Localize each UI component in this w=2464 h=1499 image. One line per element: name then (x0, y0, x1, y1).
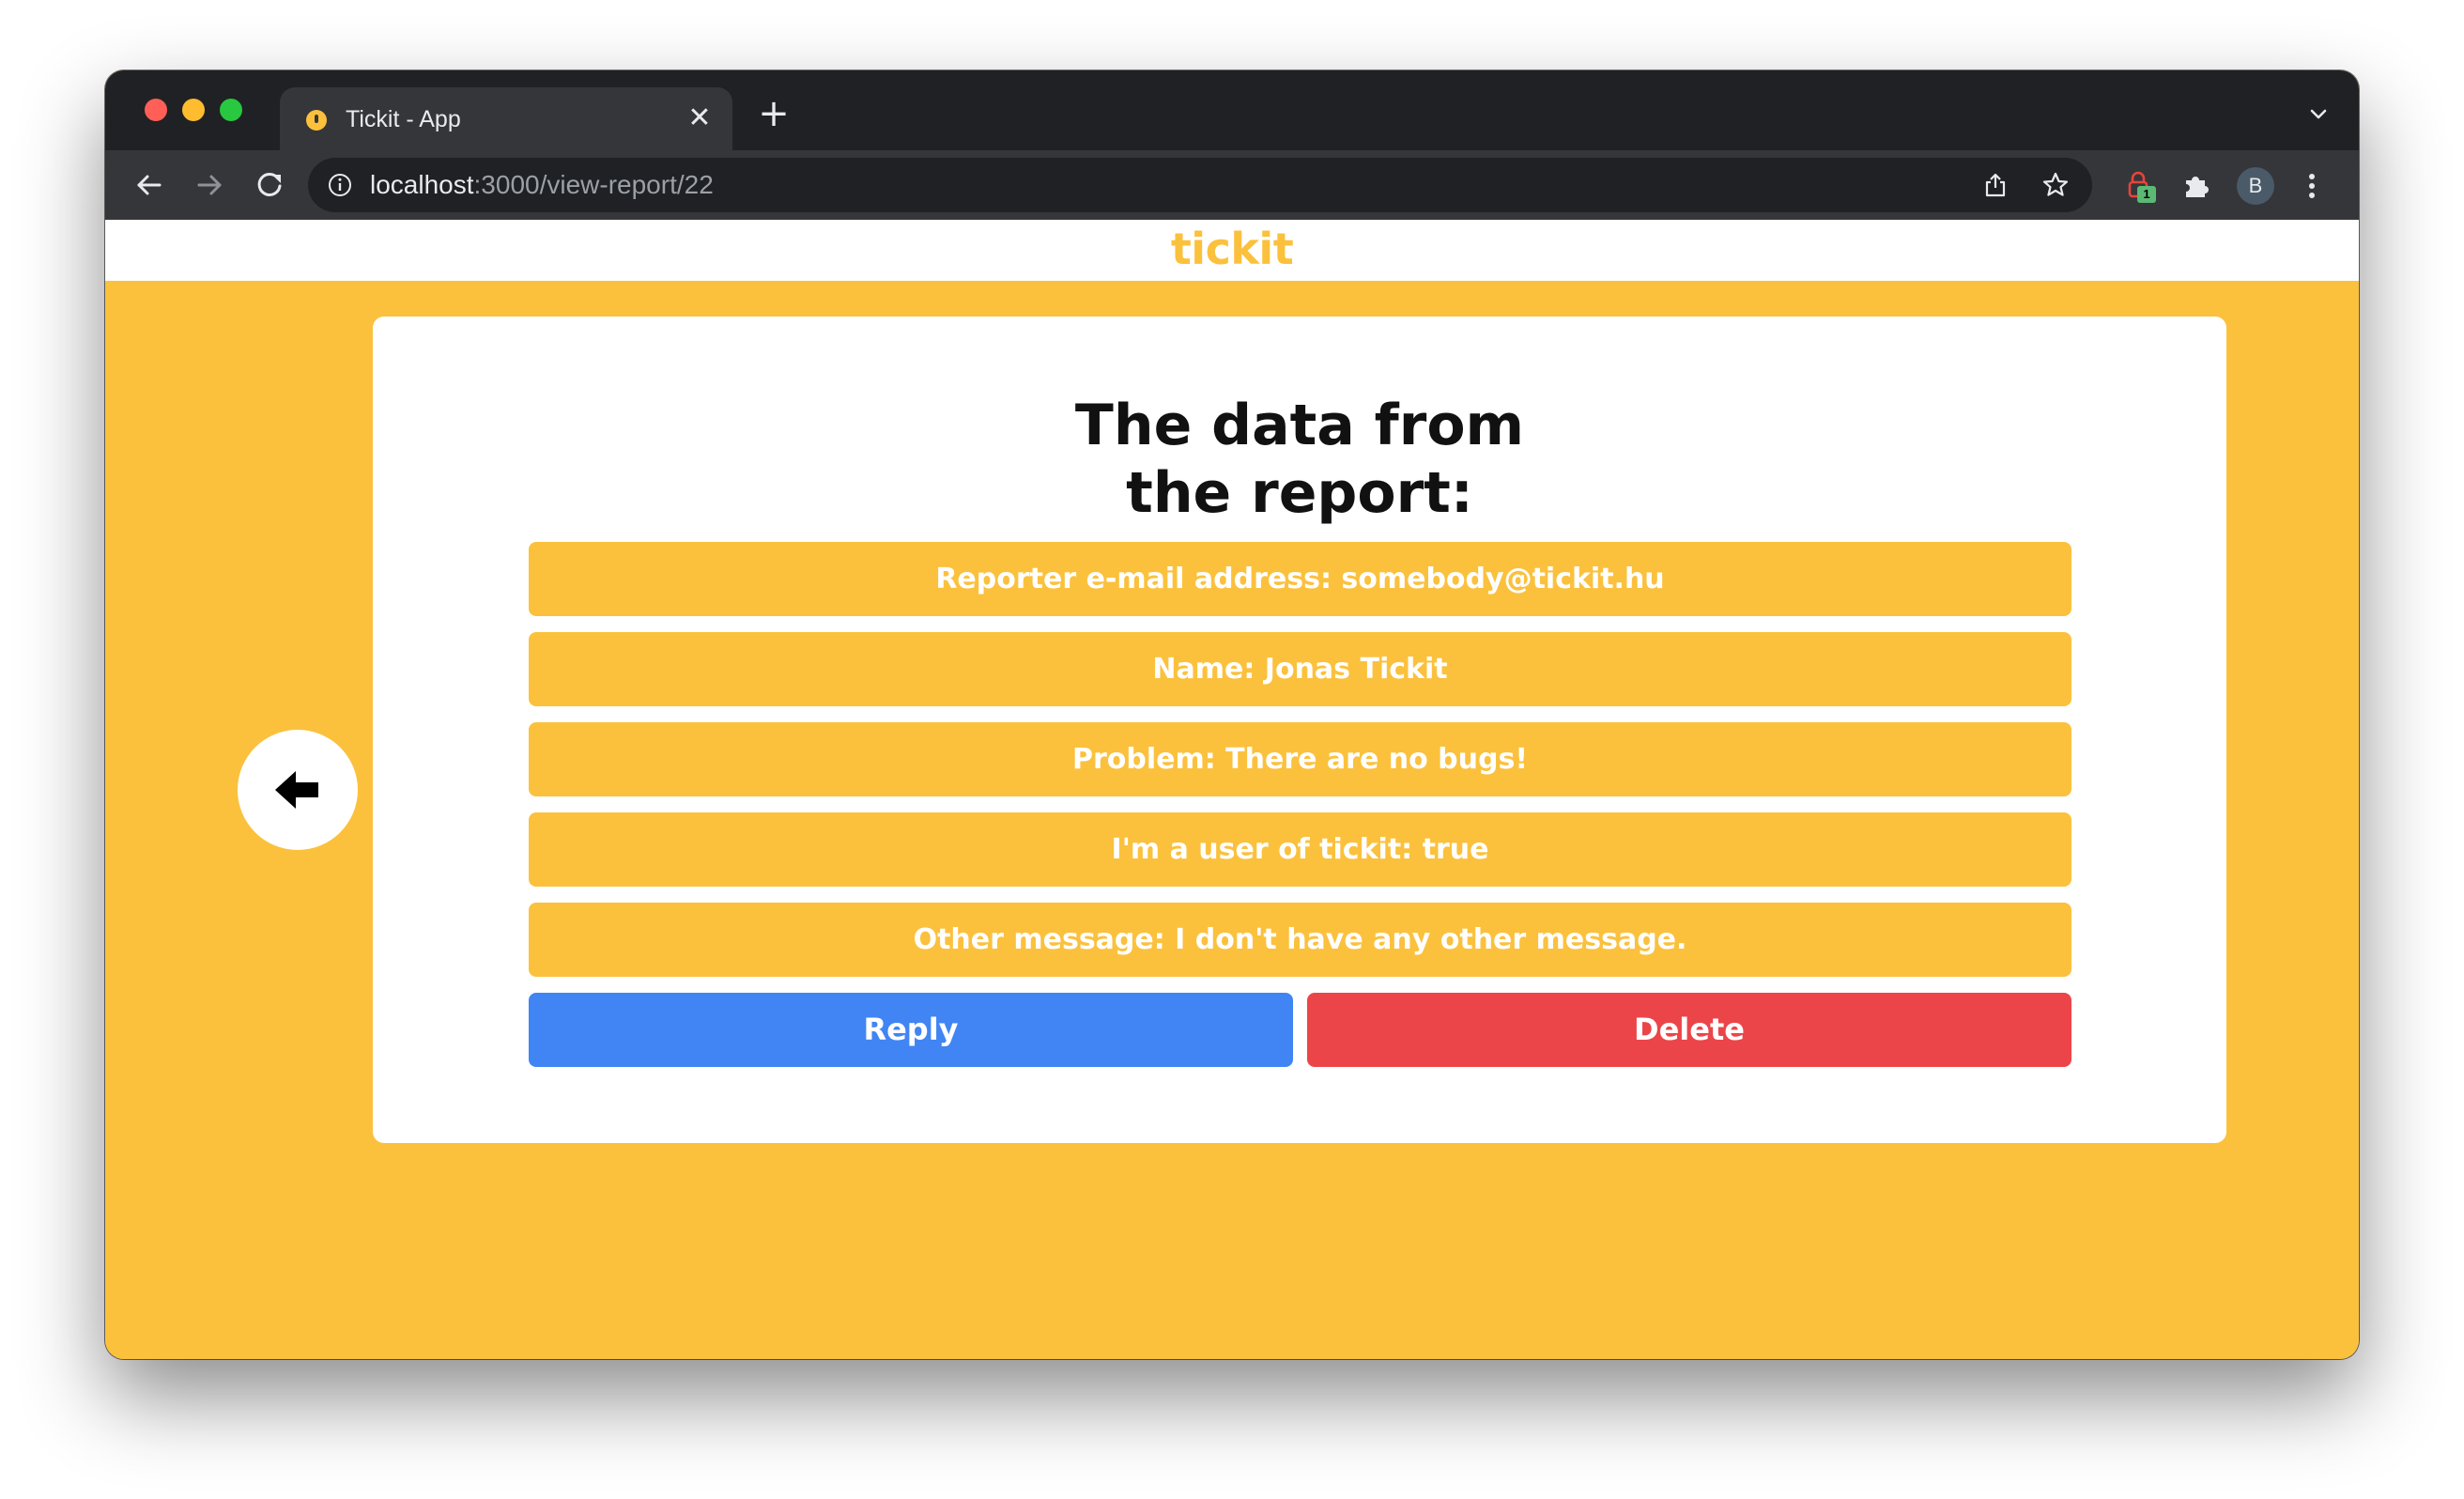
reload-icon[interactable] (250, 165, 289, 205)
address-bar[interactable]: localhost:3000/view-report/22 (308, 158, 2092, 212)
arrow-left-icon (275, 771, 318, 809)
browser-window: Tickit - App ✕ + localhost:3000/view-rep… (105, 70, 2359, 1359)
plus-icon[interactable]: + (753, 95, 794, 136)
share-icon[interactable] (1981, 171, 2010, 199)
brand-logo[interactable]: tickit (1171, 223, 1294, 275)
reporter-name-field: Name: Jonas Tickit (529, 632, 2071, 706)
reporter-email-field: Reporter e-mail address: somebody@tickit… (529, 542, 2071, 616)
page-title-line-1: The data from (1074, 393, 1525, 458)
is-user-field: I'm a user of tickit: true (529, 812, 2071, 887)
close-window-button[interactable] (145, 99, 167, 121)
report-fields: Reporter e-mail address: somebody@tickit… (529, 542, 2071, 993)
close-icon[interactable]: ✕ (684, 102, 716, 134)
back-button[interactable] (238, 730, 358, 850)
chevron-down-icon[interactable] (2304, 100, 2333, 129)
profile-avatar[interactable]: B (2237, 167, 2274, 205)
url-host: localhost (370, 170, 474, 199)
page-content: tickit The data from the report: Reporte… (105, 220, 2359, 1359)
star-icon[interactable] (2041, 171, 2070, 199)
delete-button[interactable]: Delete (1307, 993, 2071, 1067)
problem-field: Problem: There are no bugs! (529, 722, 2071, 796)
report-actions: Reply Delete (529, 993, 2071, 1067)
browser-toolbar: localhost:3000/view-report/22 1 B (105, 150, 2359, 220)
info-icon[interactable] (327, 172, 353, 198)
tab-strip: Tickit - App ✕ + (105, 70, 2359, 150)
url-text: localhost:3000/view-report/22 (370, 169, 714, 201)
password-extension-icon[interactable]: 1 (2124, 169, 2156, 203)
reply-button[interactable]: Reply (529, 993, 1293, 1067)
page-title-line-2: the report: (1126, 460, 1473, 526)
forward-arrow-icon[interactable] (190, 165, 229, 205)
tab-tickit-app[interactable]: Tickit - App ✕ (280, 87, 732, 150)
puzzle-icon[interactable] (2180, 169, 2212, 201)
top-navbar: tickit (105, 220, 2359, 281)
back-arrow-icon[interactable] (130, 165, 169, 205)
more-vert-icon[interactable] (2302, 167, 2321, 205)
extension-badge: 1 (2137, 186, 2156, 203)
report-card: The data from the report: Reporter e-mai… (373, 317, 2226, 1143)
maximize-window-button[interactable] (220, 99, 242, 121)
tickit-favicon-icon (306, 110, 327, 131)
page-title: The data from the report: (373, 392, 2226, 527)
tab-title: Tickit - App (346, 106, 461, 132)
minimize-window-button[interactable] (182, 99, 205, 121)
other-message-field: Other message: I don't have any other me… (529, 903, 2071, 977)
url-path: :3000/view-report/22 (473, 170, 714, 199)
